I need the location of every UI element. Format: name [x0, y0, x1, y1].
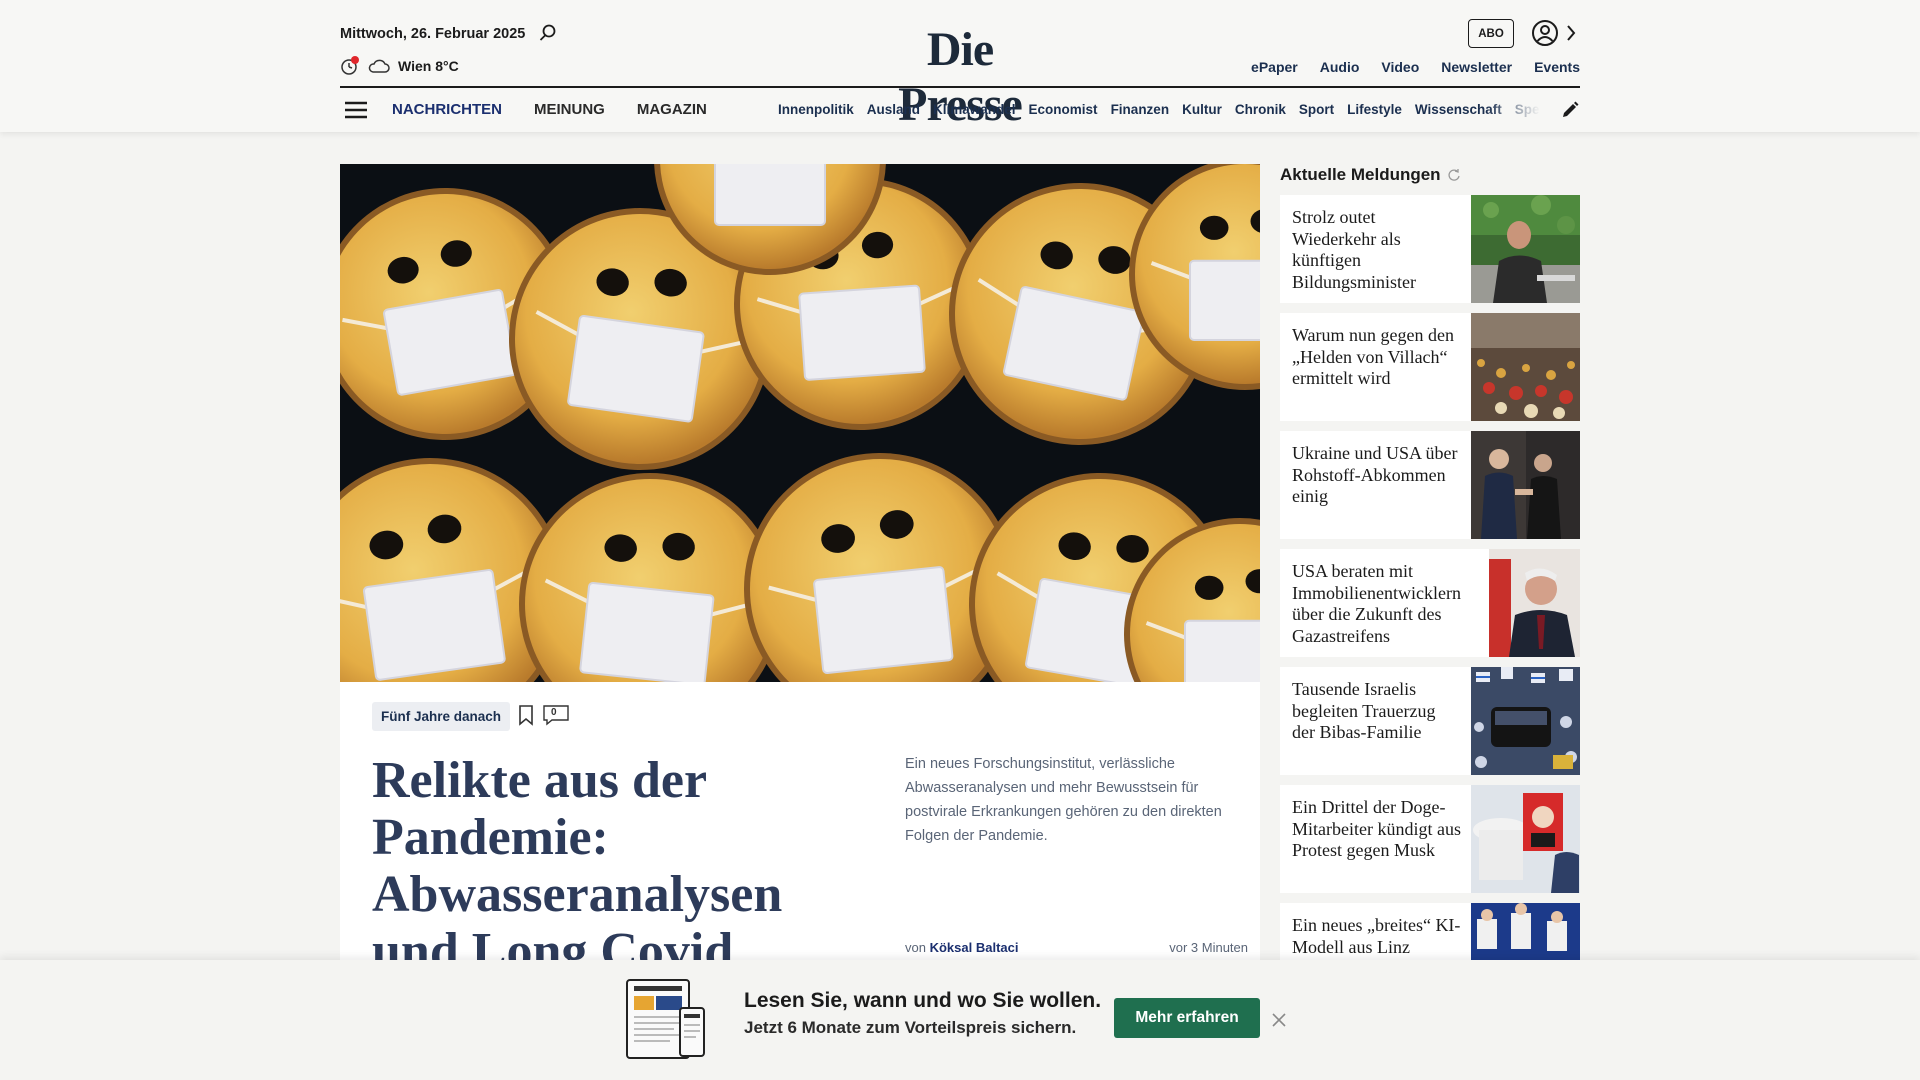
- main-nav: NACHRICHTEN MEINUNG MAGAZIN: [392, 101, 707, 118]
- top-link-audio[interactable]: Audio: [1320, 59, 1360, 75]
- news-item-text: Ein Drittel der Doge-Mitarbeiter kündigt…: [1292, 797, 1461, 860]
- news-item[interactable]: Ein neues „breites“ KI-Modell aus Linz: [1280, 903, 1580, 963]
- user-account-icon[interactable]: [1531, 19, 1559, 47]
- news-item-text: Ein neues „breites“ KI-Modell aus Linz: [1292, 915, 1461, 957]
- article-lead: Ein neues Forschungsinstitut, verlässlic…: [905, 756, 1222, 844]
- epaper-device-icon: [626, 979, 705, 1059]
- sidebar-title-text: Aktuelle Meldungen: [1280, 165, 1441, 184]
- news-item-thumbnail: [1471, 667, 1580, 775]
- top-links: ePaper Audio Video Newsletter Events: [1251, 59, 1580, 75]
- clock-icon: [341, 56, 359, 75]
- nav-magazin[interactable]: MAGAZIN: [637, 101, 707, 118]
- subnav-lifestyle[interactable]: Lifestyle: [1347, 102, 1402, 117]
- header-date: Mittwoch, 26. Februar 2025: [340, 26, 526, 42]
- subnav-economist[interactable]: Economist: [1029, 102, 1098, 117]
- hamburger-menu-icon[interactable]: [344, 100, 368, 120]
- article-time: vor 3 Minuten: [1169, 940, 1248, 955]
- news-item-text: Strolz outet Wiederkehr als künftigen Bi…: [1292, 207, 1417, 292]
- nav-nachrichten[interactable]: NACHRICHTEN: [392, 101, 502, 118]
- news-item-text: Warum nun gegen den „Helden von Villach“…: [1292, 325, 1454, 388]
- hero-image[interactable]: [340, 164, 1260, 682]
- news-item-text: Ukraine und USA über Rohstoff-Abkommen e…: [1292, 443, 1458, 506]
- author-name[interactable]: Köksal Baltaci: [930, 940, 1019, 955]
- sidebar-title: Aktuelle Meldungen: [1280, 165, 1461, 185]
- news-item-thumbnail: [1471, 195, 1580, 303]
- news-item-thumbnail: [1471, 431, 1580, 539]
- subscription-promo-bar: Lesen Sie, wann und wo Sie wollen. Jetzt…: [0, 960, 1920, 1080]
- subnav-klimawandel[interactable]: Klimawandel: [933, 102, 1016, 117]
- news-item[interactable]: Warum nun gegen den „Helden von Villach“…: [1280, 313, 1580, 421]
- promo-headline: Lesen Sie, wann und wo Sie wollen.: [744, 989, 1102, 1012]
- news-item-thumbnail: [1489, 549, 1580, 657]
- news-item-text: USA beraten mit Immobilienentwicklern üb…: [1292, 561, 1461, 646]
- weather-text: Wien 8°C: [398, 58, 459, 74]
- news-item[interactable]: Tausende Israelis begleiten Trauerzug de…: [1280, 667, 1580, 775]
- close-icon[interactable]: [1272, 1013, 1286, 1027]
- subnav-wissenschaft[interactable]: Wissenschaft: [1415, 102, 1502, 117]
- site-header: Mittwoch, 26. Februar 2025 Wien 8°C Die …: [0, 0, 1920, 132]
- subnav-innenpolitik[interactable]: Innenpolitik: [778, 102, 854, 117]
- news-item[interactable]: USA beraten mit Immobilienentwicklern üb…: [1280, 549, 1580, 657]
- subnav-sport[interactable]: Sport: [1299, 102, 1334, 117]
- search-icon[interactable]: [538, 23, 558, 43]
- top-link-events[interactable]: Events: [1534, 59, 1580, 75]
- news-item-thumbnail: [1471, 313, 1580, 421]
- cloud-icon: [368, 59, 390, 73]
- refresh-icon: [1448, 169, 1460, 181]
- nav-meinung[interactable]: MEINUNG: [534, 101, 605, 118]
- news-item[interactable]: Ukraine und USA über Rohstoff-Abkommen e…: [1280, 431, 1580, 539]
- author-prefix: von: [905, 940, 926, 955]
- top-link-video[interactable]: Video: [1381, 59, 1419, 75]
- news-item-thumbnail: [1471, 785, 1580, 893]
- header-divider: [340, 86, 1580, 88]
- top-link-newsletter[interactable]: Newsletter: [1441, 59, 1512, 75]
- news-item-text: Tausende Israelis begleiten Trauerzug de…: [1292, 679, 1436, 742]
- article-card: Fünf Jahre danach 0 Relikte aus der Pand…: [340, 682, 1260, 982]
- masked-cookies-illustration: [340, 164, 1260, 682]
- subnav-finanzen[interactable]: Finanzen: [1111, 102, 1170, 117]
- bookmark-icon[interactable]: [517, 704, 535, 726]
- news-item[interactable]: Ein Drittel der Doge-Mitarbeiter kündigt…: [1280, 785, 1580, 893]
- weather-widget[interactable]: Wien 8°C: [340, 56, 459, 76]
- chevron-right-icon[interactable]: [1564, 24, 1578, 42]
- subnav-chronik[interactable]: Chronik: [1235, 102, 1286, 117]
- mehr-erfahren-button[interactable]: Mehr erfahren: [1114, 998, 1260, 1038]
- subnav-spectrum[interactable]: Spectrum: [1515, 102, 1540, 117]
- article-author: von Köksal Baltaci: [905, 940, 1018, 955]
- top-link-epaper[interactable]: ePaper: [1251, 59, 1298, 75]
- subnav-kultur[interactable]: Kultur: [1182, 102, 1222, 117]
- section-nav: Innenpolitik Ausland Klimawandel Economi…: [778, 102, 1540, 117]
- article-headline[interactable]: Relikte aus der Pandemie: Abwasseranalys…: [372, 752, 792, 980]
- abo-button[interactable]: ABO: [1468, 19, 1514, 48]
- pencil-icon[interactable]: [1560, 100, 1580, 120]
- subnav-ausland[interactable]: Ausland: [867, 102, 920, 117]
- news-item-thumbnail: [1471, 903, 1580, 963]
- news-item[interactable]: Strolz outet Wiederkehr als künftigen Bi…: [1280, 195, 1580, 303]
- comment-count: 0: [551, 707, 557, 718]
- promo-subline: Jetzt 6 Monate zum Vorteilspreis sichern…: [744, 1018, 1077, 1037]
- article-tag[interactable]: Fünf Jahre danach: [372, 702, 511, 731]
